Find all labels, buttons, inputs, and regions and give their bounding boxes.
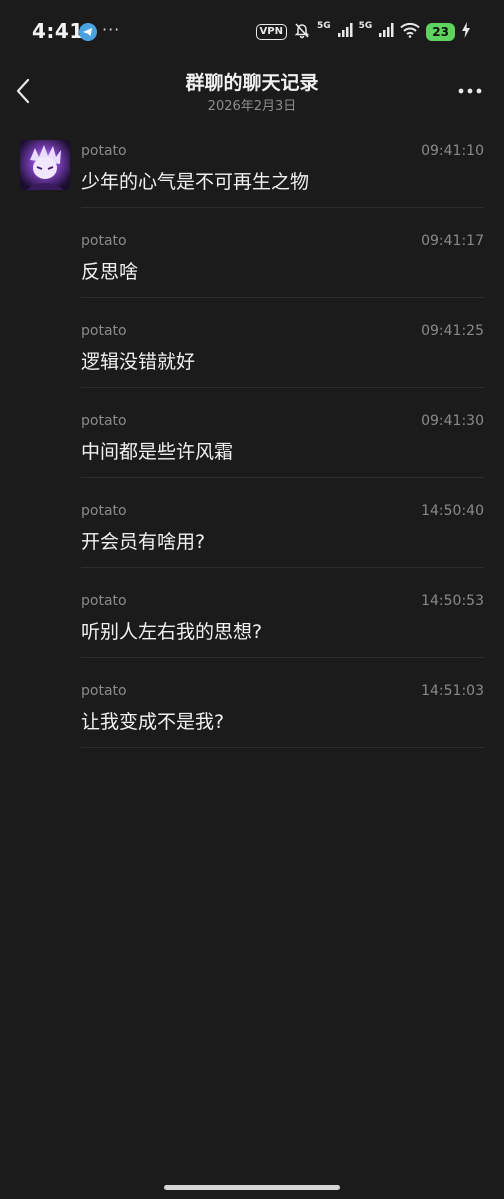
message-divider bbox=[81, 657, 484, 658]
message-text: 中间都是些许风霜 bbox=[81, 441, 234, 463]
message-text: 让我变成不是我? bbox=[81, 711, 225, 733]
message-divider bbox=[81, 387, 484, 388]
signal-icon bbox=[337, 22, 353, 42]
message-text: 少年的心气是不可再生之物 bbox=[81, 171, 310, 193]
message-sender: potato bbox=[81, 593, 127, 609]
more-options-button[interactable] bbox=[456, 82, 484, 100]
message-sender: potato bbox=[81, 143, 127, 159]
chat-header: 群聊的聊天记录 2026年2月3日 bbox=[0, 60, 504, 124]
chat-history-screen: 4:41 ··· VPN 5G 5G 23 群聊的聊天记录 2026年2月3日 … bbox=[0, 0, 504, 1199]
message-time: 09:41:25 bbox=[421, 323, 484, 339]
message-divider bbox=[81, 477, 484, 478]
message-divider bbox=[81, 567, 484, 568]
message-time: 09:41:17 bbox=[421, 233, 484, 249]
more-horizontal-icon bbox=[458, 88, 482, 94]
message-list[interactable]: potato 09:41:10 少年的心气是不可再生之物 potato 09:4… bbox=[0, 140, 504, 770]
telegram-icon bbox=[79, 23, 97, 41]
message-text: 反思啥 bbox=[81, 261, 139, 283]
message-item[interactable]: potato 09:41:10 少年的心气是不可再生之物 bbox=[0, 140, 504, 230]
message-divider bbox=[81, 207, 484, 208]
message-item[interactable]: potato 09:41:17 反思啥 bbox=[0, 230, 504, 320]
message-divider bbox=[81, 747, 484, 748]
message-item[interactable]: potato 14:51:03 让我变成不是我? bbox=[0, 680, 504, 770]
message-item[interactable]: potato 09:41:25 逻辑没错就好 bbox=[0, 320, 504, 410]
message-time: 14:51:03 bbox=[421, 683, 484, 699]
bolt-icon bbox=[461, 22, 471, 42]
network-type-2: 5G bbox=[358, 21, 373, 31]
battery-indicator: 23 bbox=[426, 23, 455, 41]
message-sender: potato bbox=[81, 323, 127, 339]
message-divider bbox=[81, 297, 484, 298]
message-time: 09:41:30 bbox=[421, 413, 484, 429]
home-indicator[interactable] bbox=[164, 1185, 340, 1190]
message-time: 14:50:40 bbox=[421, 503, 484, 519]
message-item[interactable]: potato 14:50:40 开会员有啥用? bbox=[0, 500, 504, 590]
message-time: 14:50:53 bbox=[421, 593, 484, 609]
page-subtitle-date: 2026年2月3日 bbox=[207, 99, 297, 114]
page-title: 群聊的聊天记录 bbox=[185, 72, 319, 94]
message-sender: potato bbox=[81, 413, 127, 429]
message-text: 听别人左右我的思想? bbox=[81, 621, 263, 643]
message-item[interactable]: potato 14:50:53 听别人左右我的思想? bbox=[0, 590, 504, 680]
message-sender: potato bbox=[81, 503, 127, 519]
message-text: 逻辑没错就好 bbox=[81, 351, 196, 373]
avatar[interactable] bbox=[20, 140, 70, 190]
status-icons: VPN 5G 5G 23 bbox=[255, 20, 471, 44]
message-time: 09:41:10 bbox=[421, 143, 484, 159]
wifi-icon bbox=[400, 22, 420, 42]
message-text: 开会员有啥用? bbox=[81, 531, 206, 553]
status-time: 4:41 bbox=[32, 19, 84, 43]
signal-icon bbox=[378, 22, 394, 42]
message-sender: potato bbox=[81, 683, 127, 699]
network-type-1: 5G bbox=[316, 21, 331, 31]
message-item[interactable]: potato 09:41:30 中间都是些许风霜 bbox=[0, 410, 504, 500]
status-more-icon: ··· bbox=[102, 20, 121, 39]
bell-off-icon bbox=[293, 21, 311, 43]
message-sender: potato bbox=[81, 233, 127, 249]
vpn-badge: VPN bbox=[255, 24, 287, 40]
status-bar: 4:41 ··· VPN 5G 5G 23 bbox=[0, 0, 504, 64]
